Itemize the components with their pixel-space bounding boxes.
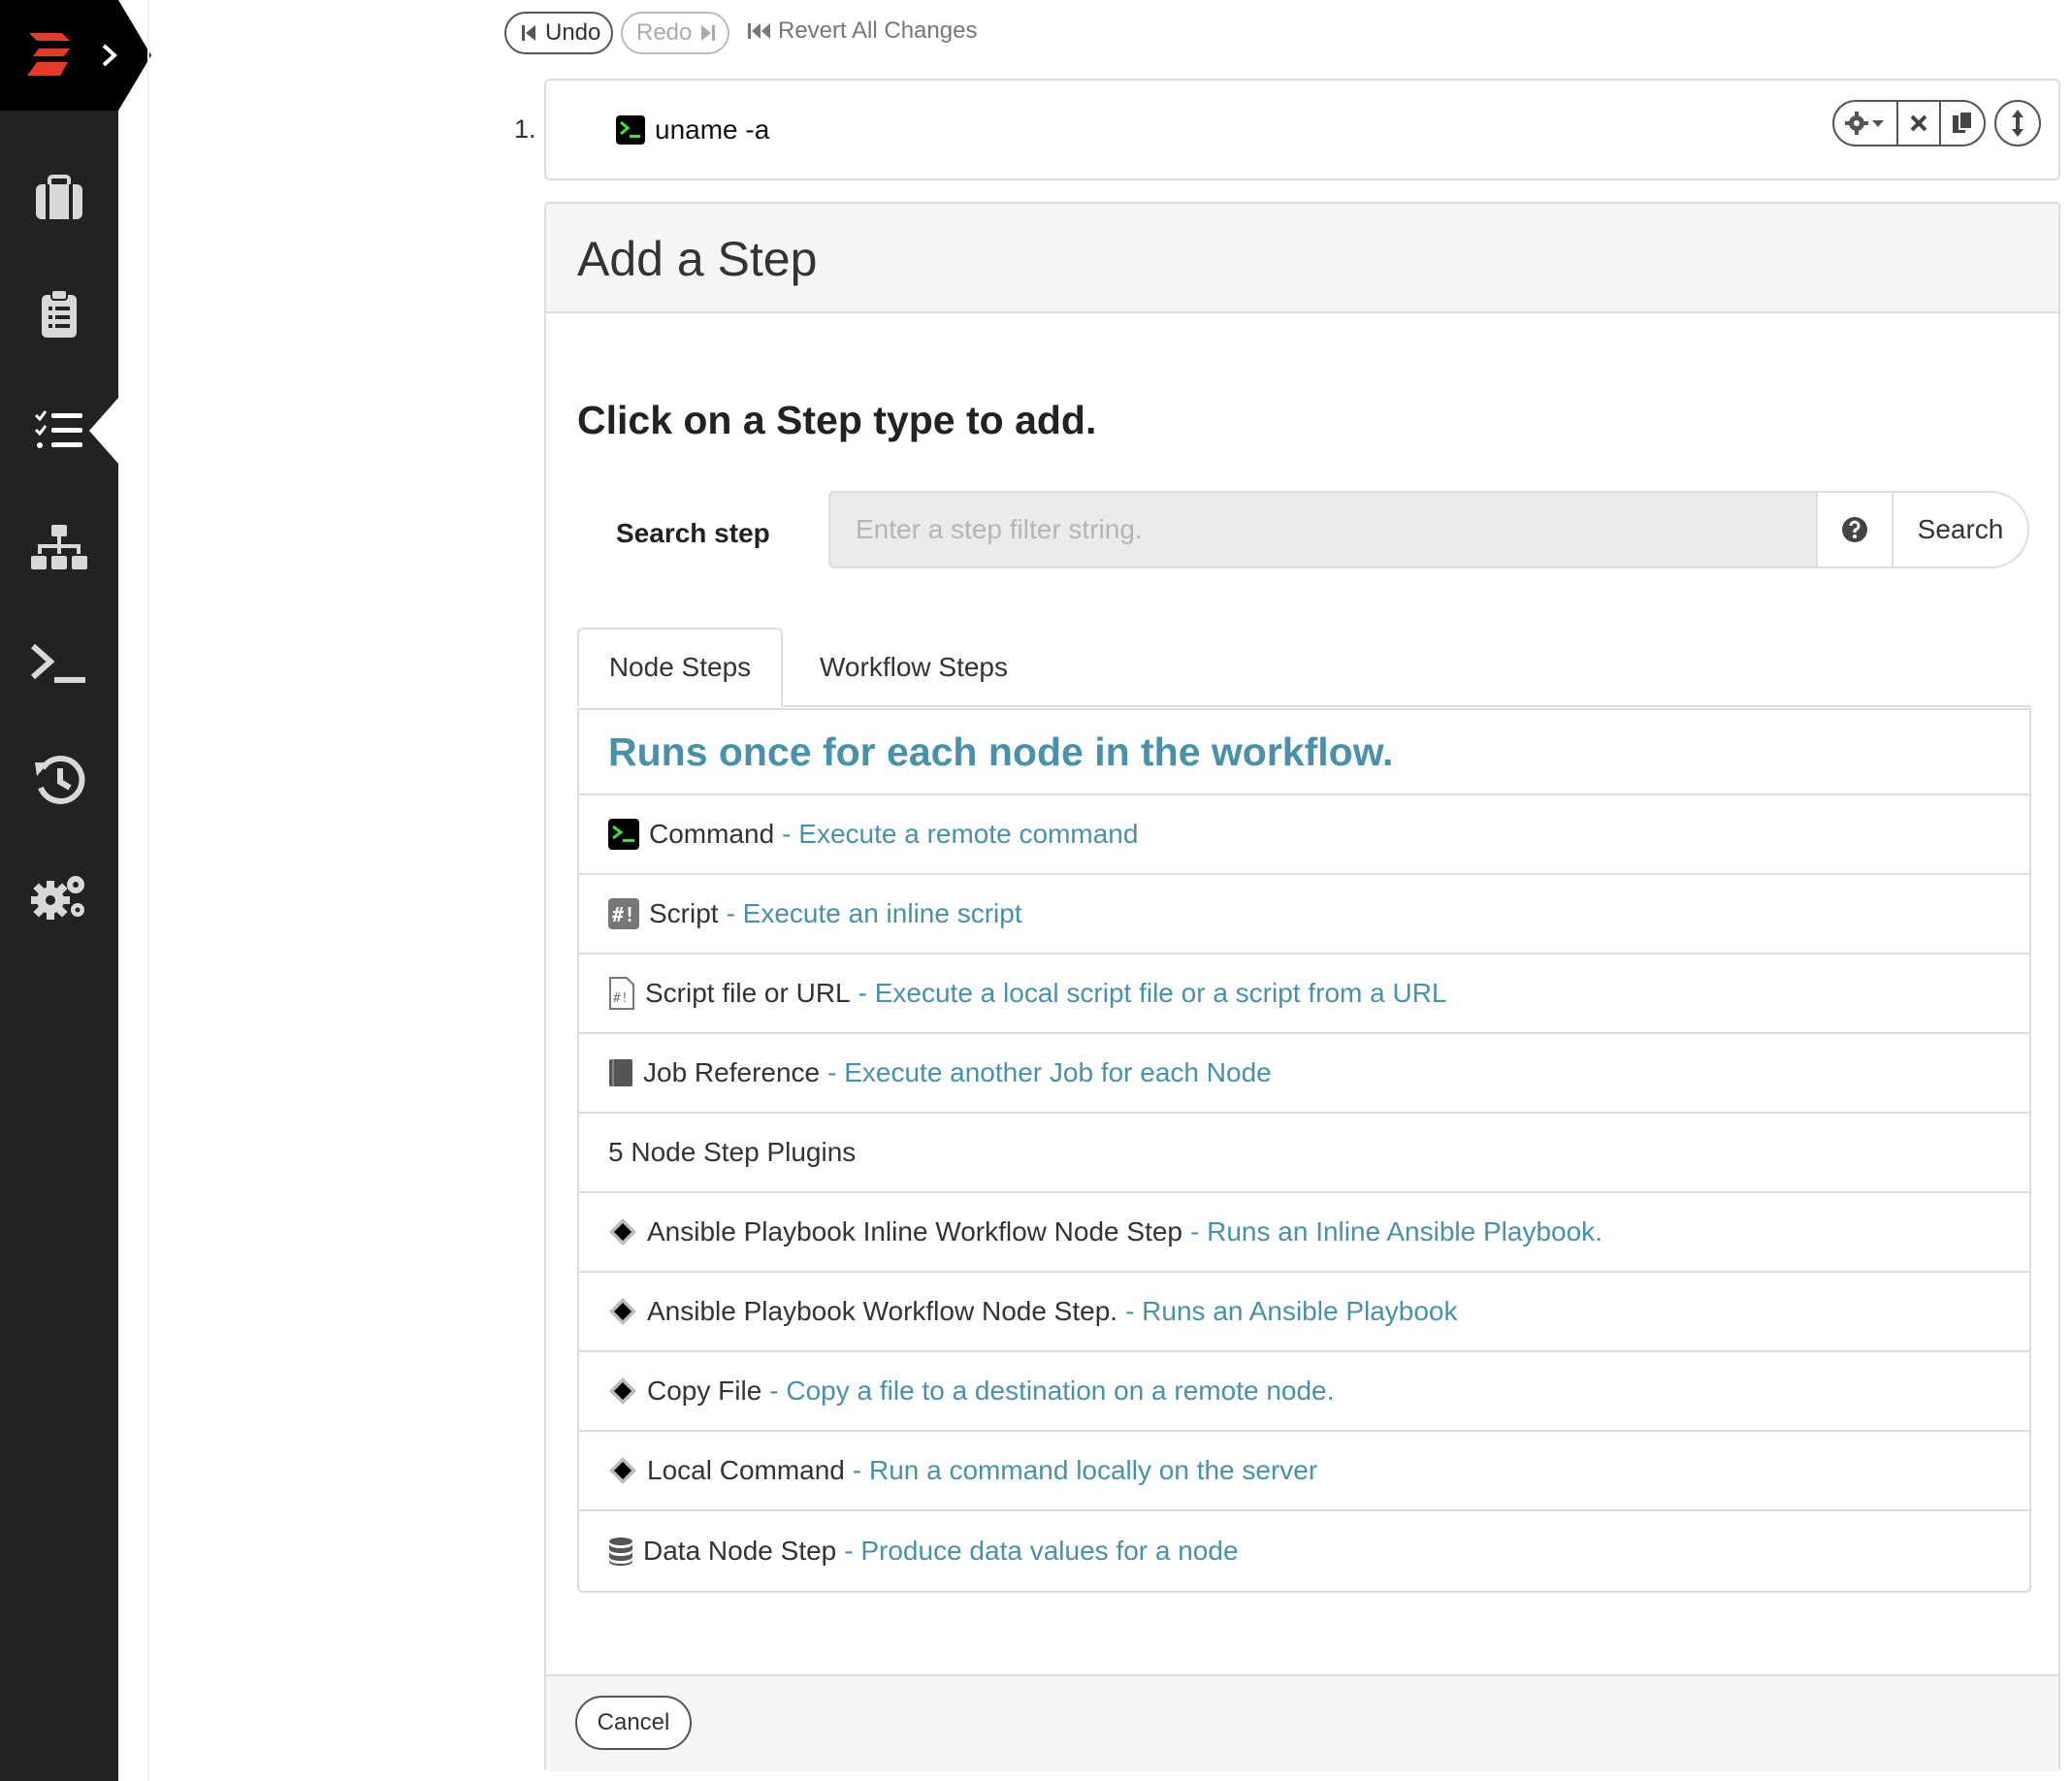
plugin-name: Local Command — [647, 1455, 845, 1485]
terminal-icon — [616, 115, 645, 145]
step-forward-icon — [701, 25, 716, 41]
clipboard-icon — [42, 289, 77, 338]
sidebar-item-commands[interactable] — [0, 615, 118, 712]
plugin-name: Data Node Step — [643, 1536, 837, 1566]
add-step-instruction: Click on a Step type to add. — [577, 398, 1097, 442]
plugin-ansible-playbook[interactable]: Ansible Playbook Workflow Node Step. - R… — [579, 1273, 2029, 1352]
plugin-name: Ansible Playbook Inline Workflow Node St… — [647, 1216, 1183, 1247]
search-help-button[interactable] — [1816, 491, 1894, 568]
sidebar — [0, 0, 151, 1781]
plugin-copy-file[interactable]: Copy File - Copy a file to a destination… — [579, 1352, 2029, 1432]
fast-backward-icon — [748, 23, 770, 39]
logo-arrow — [118, 0, 151, 111]
sidebar-item-settings[interactable] — [0, 848, 118, 945]
add-step-panel: Add a Step Click on a Step type to add. … — [544, 202, 2060, 1771]
briefcase-icon — [36, 175, 82, 219]
add-step-footer: Cancel — [546, 1674, 2058, 1771]
step-type-command[interactable]: Command - Execute a remote command — [579, 795, 2029, 875]
sitemap-icon — [31, 525, 87, 569]
plugin-desc: - Produce data values for a node — [844, 1536, 1239, 1566]
add-step-header: Add a Step — [546, 204, 2058, 313]
step-filter-input[interactable] — [828, 491, 1818, 568]
book-icon — [609, 1059, 632, 1086]
copy-icon — [1953, 111, 1973, 133]
plugin-diamond-icon — [609, 1218, 636, 1246]
step-type-desc: - Execute an inline script — [726, 898, 1022, 928]
redo-label: Redo — [636, 19, 693, 46]
plugin-diamond-icon — [609, 1457, 636, 1484]
tab-node-steps[interactable]: Node Steps — [577, 628, 783, 707]
revert-label: Revert All Changes — [778, 17, 978, 44]
plugin-name: Copy File — [647, 1376, 762, 1406]
step-type-desc: - Execute another Job for each Node — [827, 1057, 1272, 1087]
sidebar-item-activity[interactable] — [0, 266, 118, 363]
step-type-name: Command — [649, 819, 775, 849]
app-logo[interactable] — [0, 0, 118, 111]
step-type-name: Script file or URL — [645, 978, 851, 1008]
gears-icon — [31, 876, 84, 920]
search-step-label: Search step — [616, 518, 770, 548]
add-step-title: Add a Step — [577, 232, 818, 286]
step-type-job-reference[interactable]: Job Reference - Execute another Job for … — [579, 1034, 2029, 1114]
plugin-desc: - Run a command locally on the server — [852, 1455, 1318, 1485]
plugin-name: Ansible Playbook Workflow Node Step. — [647, 1296, 1118, 1326]
plugin-ansible-inline[interactable]: Ansible Playbook Inline Workflow Node St… — [579, 1193, 2029, 1273]
database-icon — [609, 1538, 632, 1566]
plugins-heading: 5 Node Step Plugins — [579, 1114, 2029, 1193]
step-command[interactable]: uname -a — [616, 114, 769, 146]
step-type-name: Job Reference — [643, 1057, 821, 1087]
step-command-text: uname -a — [655, 114, 770, 145]
step-reorder-handle[interactable] — [1994, 100, 2041, 146]
sidebar-item-jobs[interactable] — [0, 149, 118, 246]
gear-dropdown-icon — [1845, 112, 1884, 135]
close-icon — [1910, 114, 1927, 132]
step-number: 1. — [514, 114, 536, 144]
undo-button[interactable]: Undo — [504, 12, 613, 54]
script-file-icon: #! — [609, 977, 634, 1010]
rundeck-logo-icon — [27, 33, 70, 76]
reorder-icon — [2012, 110, 2023, 137]
plugin-local-command[interactable]: Local Command - Run a command locally on… — [579, 1432, 2029, 1511]
tab-workflow-steps[interactable]: Workflow Steps — [783, 628, 1045, 707]
step-delete-button[interactable] — [1896, 100, 1941, 146]
script-icon: #! — [608, 898, 639, 929]
svg-text:#!: #! — [612, 903, 635, 926]
svg-text:#!: #! — [613, 991, 629, 1006]
sidebar-item-nodes[interactable] — [0, 499, 118, 596]
undo-label: Undo — [545, 19, 601, 46]
sidebar-item-history[interactable] — [0, 731, 118, 828]
step-type-name: Script — [649, 898, 719, 928]
redo-button[interactable]: Redo — [621, 12, 729, 54]
terminal-icon — [608, 819, 639, 850]
list-heading: Runs once for each node in the workflow. — [579, 710, 2029, 795]
step-type-list: Runs once for each node in the workflow.… — [577, 708, 2031, 1593]
task-list-icon — [34, 410, 82, 448]
step-type-script-file[interactable]: #! Script file or URL - Execute a local … — [579, 955, 2029, 1034]
revert-all-button[interactable]: Revert All Changes — [747, 17, 977, 45]
step-duplicate-button[interactable] — [1939, 100, 1986, 146]
content-gutter — [147, 0, 149, 1781]
step-type-desc: - Execute a local script file or a scrip… — [858, 978, 1447, 1008]
active-indicator — [89, 398, 118, 464]
plugin-desc: - Copy a file to a destination on a remo… — [769, 1376, 1335, 1406]
plugin-desc: - Runs an Inline Ansible Playbook. — [1190, 1216, 1603, 1247]
search-button[interactable]: Search — [1892, 491, 2029, 568]
step-action-group — [1832, 100, 1986, 146]
step-backward-icon — [522, 25, 535, 41]
plugin-diamond-icon — [609, 1298, 636, 1325]
step-gear-dropdown[interactable] — [1832, 100, 1898, 146]
step-type-script[interactable]: #! Script - Execute an inline script — [579, 875, 2029, 955]
cancel-button[interactable]: Cancel — [575, 1696, 692, 1750]
history-icon — [35, 755, 85, 804]
plugin-data-node-step[interactable]: Data Node Step - Produce data values for… — [579, 1511, 2029, 1591]
expand-chevron-icon[interactable] — [101, 43, 118, 68]
terminal-icon — [31, 643, 85, 683]
plugin-diamond-icon — [609, 1377, 636, 1405]
plugin-desc: - Runs an Ansible Playbook — [1125, 1296, 1458, 1326]
question-circle-icon — [1842, 517, 1867, 542]
step-type-desc: - Execute a remote command — [782, 819, 1139, 849]
